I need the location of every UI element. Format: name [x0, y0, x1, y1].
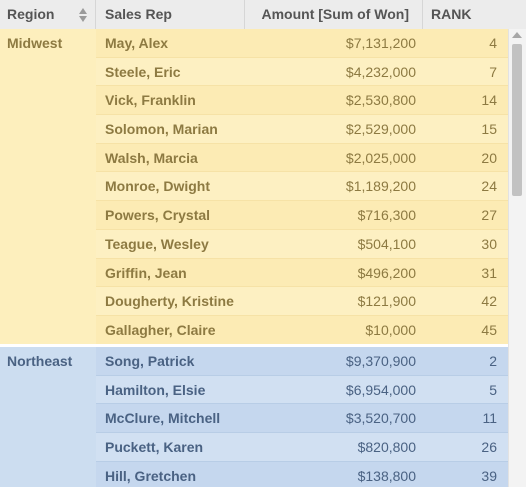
cell-rank: 7	[489, 63, 497, 80]
cell-amount: $496,200	[357, 264, 416, 281]
cell-amount: $820,800	[357, 439, 416, 456]
table-row[interactable]: Powers, Crystal $716,300 27	[96, 201, 508, 230]
table-row[interactable]: Dougherty, Kristine $121,900 42	[96, 287, 508, 316]
cell-rank: 20	[481, 149, 497, 166]
cell-amount: $1,189,200	[345, 178, 416, 195]
cell-sales-rep: Dougherty, Kristine	[105, 293, 234, 310]
cell-rank: 39	[481, 467, 497, 484]
table-row[interactable]: Song, Patrick $9,370,900 2	[96, 347, 508, 376]
table-header: Region Sales Rep Amount [Sum of Won] RAN…	[0, 0, 526, 30]
cell-sales-rep: Puckett, Karen	[105, 439, 204, 456]
cell-sales-rep: Solomon, Marian	[105, 121, 218, 138]
cell-sales-rep: Powers, Crystal	[105, 207, 211, 224]
table-row[interactable]: Gallagher, Claire $10,000 45	[96, 315, 508, 345]
table-row[interactable]: Walsh, Marcia $2,025,000 20	[96, 143, 508, 173]
cell-rank: 15	[481, 121, 497, 138]
cell-amount: $138,800	[357, 467, 416, 484]
cell-sales-rep: Walsh, Marcia	[105, 149, 198, 166]
table-row[interactable]: Griffin, Jean $496,200 31	[96, 258, 508, 288]
cell-rank: 26	[481, 439, 497, 456]
table-row[interactable]: McClure, Mitchell $3,520,700 11	[96, 404, 508, 434]
cell-rank: 45	[481, 321, 497, 338]
column-header-sales-rep[interactable]: Sales Rep	[96, 0, 245, 29]
cell-amount: $4,232,000	[345, 63, 416, 80]
rows-northeast: Song, Patrick $9,370,900 2 Hamilton, Elsie…	[96, 347, 508, 487]
column-header-region[interactable]: Region	[0, 0, 96, 29]
cell-amount: $2,530,800	[345, 92, 416, 109]
vertical-scrollbar[interactable]	[508, 29, 526, 487]
cell-amount: $7,131,200	[345, 35, 416, 51]
table-row[interactable]: Puckett, Karen $820,800 26	[96, 433, 508, 462]
cell-rank: 4	[489, 35, 497, 51]
table-row[interactable]: Hill, Gretchen $138,800 39	[96, 461, 508, 487]
table-row[interactable]: May, Alex $7,131,200 4	[96, 29, 508, 58]
table-row[interactable]: Vick, Franklin $2,530,800 14	[96, 86, 508, 116]
cell-rank: 11	[482, 410, 497, 427]
cell-amount: $504,100	[357, 235, 416, 252]
cell-rank: 14	[481, 92, 497, 109]
cell-amount: $716,300	[357, 207, 416, 224]
cell-amount: $3,520,700	[345, 410, 416, 427]
sales-table: Region Sales Rep Amount [Sum of Won] RAN…	[0, 0, 526, 487]
cell-sales-rep: Song, Patrick	[105, 353, 195, 369]
scroll-up-arrow-icon[interactable]	[512, 32, 522, 38]
cell-sales-rep: Steele, Eric	[105, 63, 181, 80]
cell-amount: $121,900	[357, 293, 416, 310]
region-group-midwest: Midwest May, Alex $7,131,200 4 Steele, Eri…	[0, 29, 509, 345]
table-row[interactable]: Solomon, Marian $2,529,000 15	[96, 115, 508, 144]
sort-arrows-icon[interactable]	[78, 6, 88, 24]
cell-sales-rep: Gallagher, Claire	[105, 321, 216, 338]
table-row[interactable]: Monroe, Dwight $1,189,200 24	[96, 172, 508, 202]
cell-sales-rep: Vick, Franklin	[105, 92, 196, 109]
cell-sales-rep: Hill, Gretchen	[105, 467, 197, 484]
column-header-amount[interactable]: Amount [Sum of Won]	[245, 0, 423, 29]
column-header-rank[interactable]: RANK	[423, 0, 508, 29]
scroll-thumb[interactable]	[512, 44, 522, 196]
region-label: Midwest	[7, 35, 63, 51]
cell-sales-rep: Hamilton, Elsie	[105, 381, 206, 398]
cell-rank: 27	[481, 207, 497, 224]
cell-amount: $10,000	[365, 321, 416, 338]
cell-rank: 31	[481, 264, 497, 281]
table-row[interactable]: Hamilton, Elsie $6,954,000 5	[96, 375, 508, 405]
cell-sales-rep: Monroe, Dwight	[105, 178, 210, 195]
cell-amount: $2,529,000	[345, 121, 416, 138]
cell-rank: 24	[481, 178, 497, 195]
cell-sales-rep: May, Alex	[105, 35, 169, 51]
table-row[interactable]: Teague, Wesley $504,100 30	[96, 229, 508, 259]
cell-sales-rep: Teague, Wesley	[105, 235, 209, 252]
rows-midwest: May, Alex $7,131,200 4 Steele, Eric $4,232,…	[96, 29, 508, 345]
cell-rank: 5	[489, 381, 497, 398]
table-row[interactable]: Steele, Eric $4,232,000 7	[96, 57, 508, 87]
cell-amount: $9,370,900	[345, 353, 416, 369]
region-group-northeast: Northeast Song, Patrick $9,370,900 2 Hamil…	[0, 347, 508, 487]
region-label: Northeast	[7, 353, 73, 369]
cell-amount: $2,025,000	[345, 149, 416, 166]
cell-amount: $6,954,000	[345, 381, 416, 398]
cell-rank: 42	[481, 293, 497, 310]
cell-sales-rep: McClure, Mitchell	[105, 410, 221, 427]
cell-rank: 30	[481, 235, 497, 252]
cell-sales-rep: Griffin, Jean	[105, 264, 187, 281]
column-header-region-label: Region	[7, 6, 55, 22]
cell-rank: 2	[489, 353, 497, 369]
